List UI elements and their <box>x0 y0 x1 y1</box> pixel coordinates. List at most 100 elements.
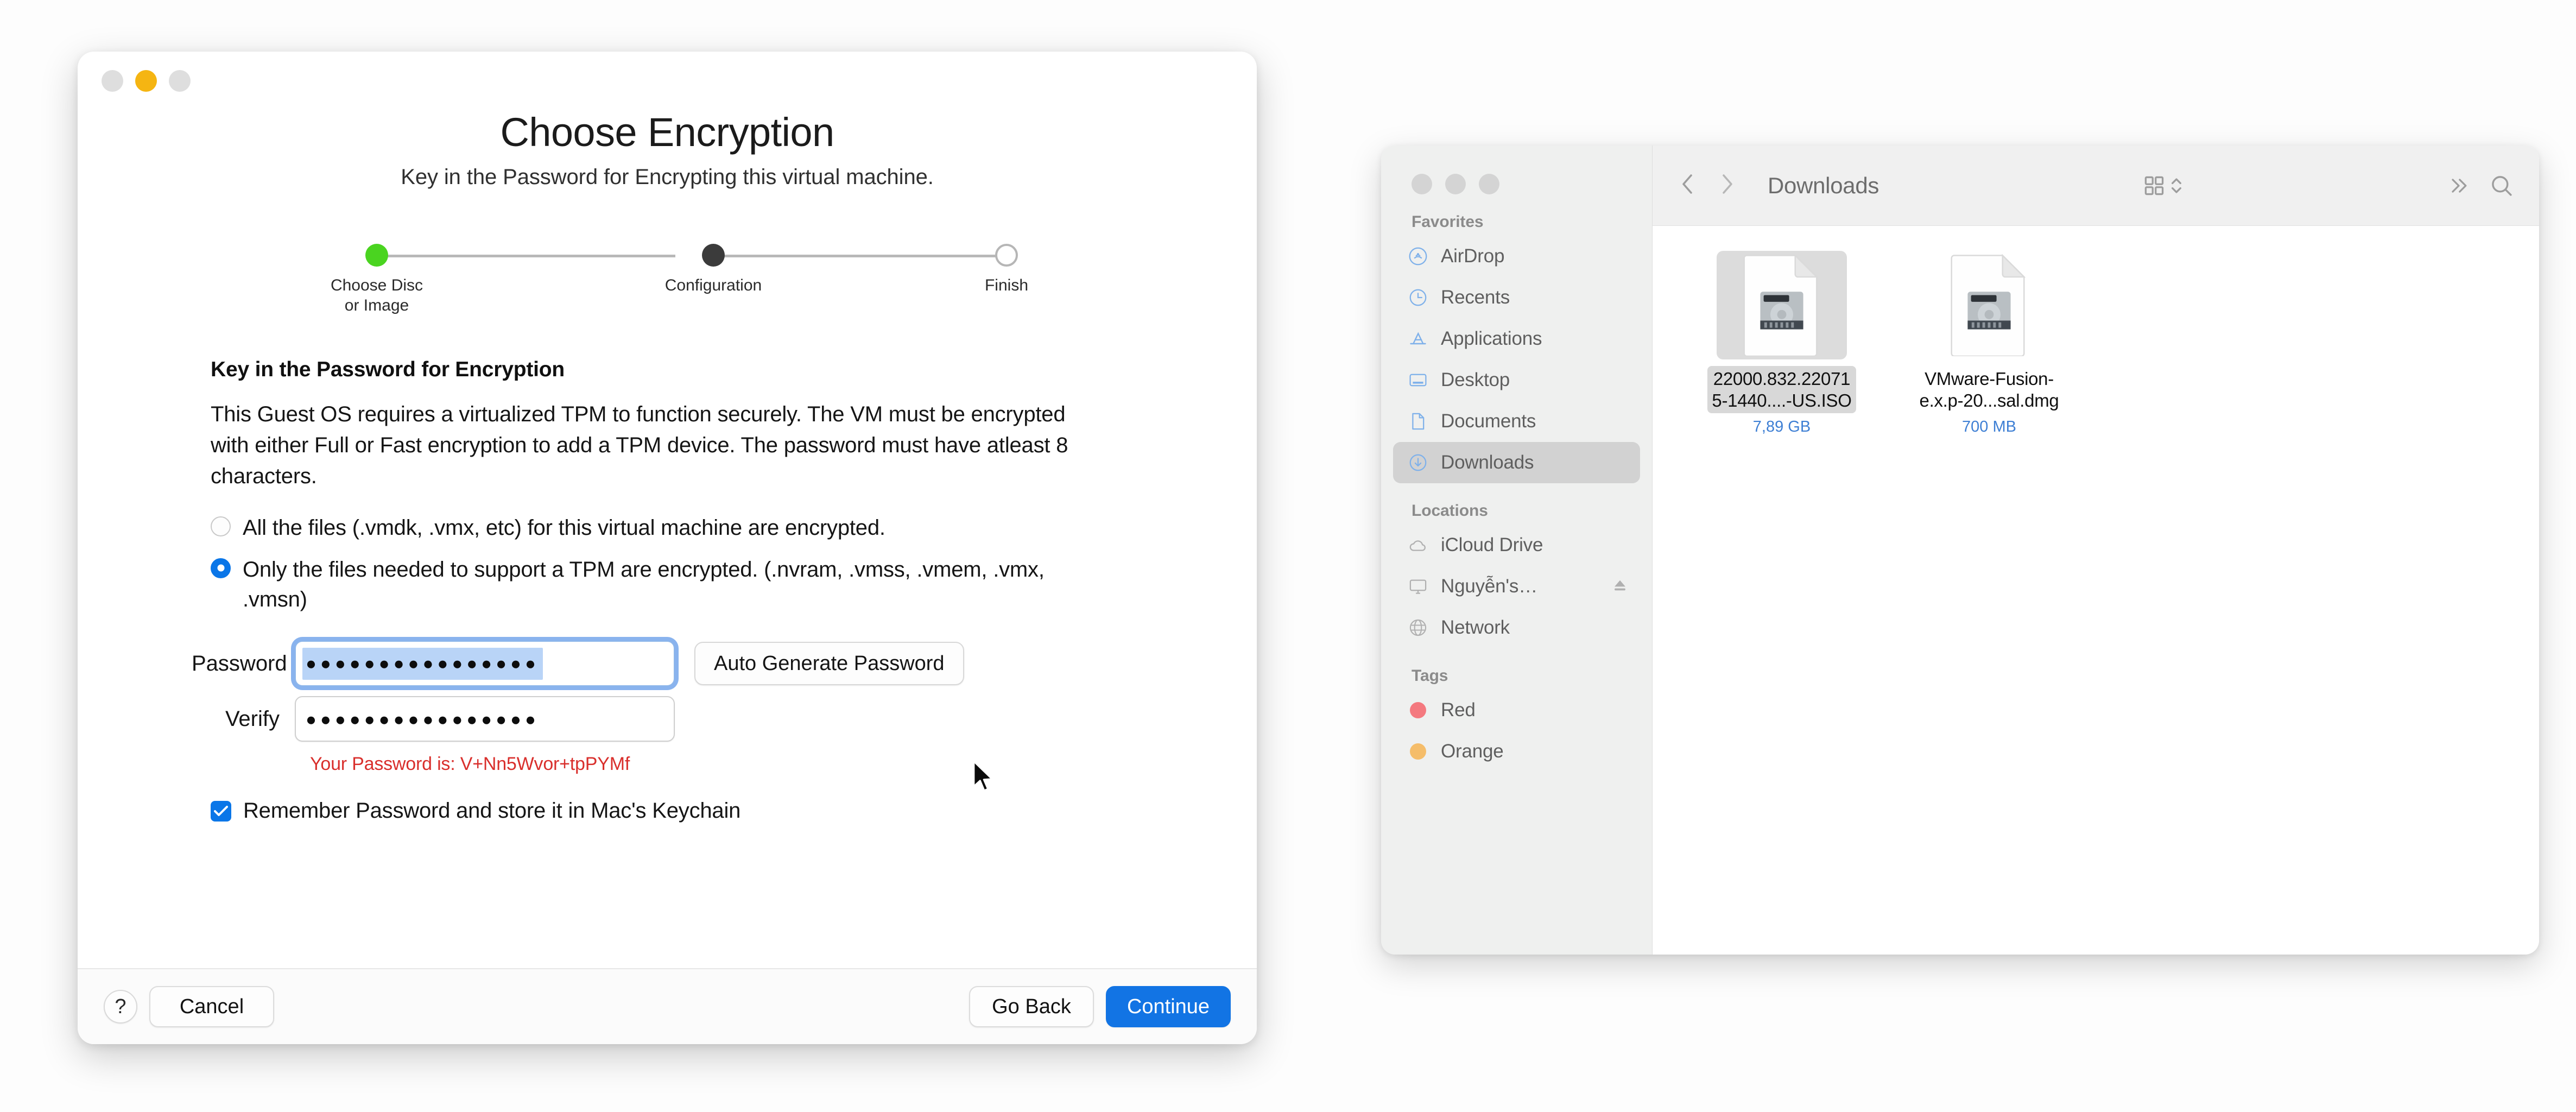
sidebar-item-network[interactable]: Network <box>1393 607 1640 648</box>
file-name: VMware-Fusion-e.x.p-20...sal.dmg <box>1915 366 2064 413</box>
remember-password-label: Remember Password and store it in Mac's … <box>243 799 741 823</box>
search-icon[interactable] <box>2489 173 2514 198</box>
sidebar-item-label: Red <box>1441 699 1476 721</box>
finder-toolbar: Downloads <box>1653 146 2539 226</box>
finder-window: Favorites AirDrop Recents Applications D… <box>1381 146 2539 955</box>
radio-icon[interactable] <box>211 516 231 536</box>
globe-icon <box>1407 617 1429 639</box>
radio-option-all-files[interactable]: All the files (.vmdk, .vmx, etc) for thi… <box>211 513 1227 543</box>
desktop-icon <box>1407 369 1429 391</box>
radio-label: All the files (.vmdk, .vmx, etc) for thi… <box>243 515 885 540</box>
arrow-cursor-icon <box>972 760 997 797</box>
finder-close-button[interactable] <box>1412 174 1432 194</box>
remember-password-row[interactable]: Remember Password and store it in Mac's … <box>107 799 1227 823</box>
tag-dot-icon <box>1407 741 1429 762</box>
sidebar-item-label: Downloads <box>1441 452 1534 473</box>
cancel-button[interactable]: Cancel <box>149 986 274 1027</box>
dialog-footer: ? Cancel Go Back Continue <box>78 968 1257 1044</box>
applications-icon <box>1407 328 1429 350</box>
chevron-left-icon[interactable] <box>1678 171 1698 200</box>
file-size: 700 MB <box>1962 418 2016 436</box>
zoom-button[interactable] <box>169 70 191 92</box>
file-size: 7,89 GB <box>1752 418 1811 436</box>
progress-stepper: Choose Disc or Image Configuration Finis… <box>268 234 1066 314</box>
grid-view-icon[interactable] <box>2142 174 2183 198</box>
sidebar-item-recents[interactable]: Recents <box>1393 277 1640 318</box>
step-dot-done-icon <box>365 244 388 267</box>
verify-value: ●●●●●●●●●●●●●●●● <box>306 709 540 729</box>
password-row: Password ●●●●●●●●●●●●●●●● Auto Generate … <box>192 641 1227 687</box>
file-name-line2: e.x.p-20...sal.dmg <box>1919 390 2059 410</box>
choose-encryption-dialog: Choose Encryption Key in the Password fo… <box>78 52 1257 1044</box>
sidebar-item-tag-red[interactable]: Red <box>1393 690 1640 731</box>
stepper-step-choose-disc: Choose Disc or Image <box>306 234 447 315</box>
close-button[interactable] <box>102 70 123 92</box>
password-input[interactable]: ●●●●●●●●●●●●●●●● <box>295 641 675 687</box>
sidebar-item-computer[interactable]: Nguyễn's… <box>1393 566 1640 607</box>
sidebar-item-tag-orange[interactable]: Orange <box>1393 731 1640 772</box>
sidebar-item-label: iCloud Drive <box>1441 534 1543 555</box>
sidebar-heading-locations: Locations <box>1412 502 1488 520</box>
sidebar-item-label: Documents <box>1441 410 1536 432</box>
downloads-icon <box>1407 452 1429 473</box>
sidebar-item-label: Applications <box>1441 328 1542 349</box>
page-title: Choose Encryption <box>500 110 834 155</box>
auto-generate-password-button[interactable]: Auto Generate Password <box>694 642 964 686</box>
eject-icon[interactable] <box>1611 576 1629 597</box>
step-label: Choose Disc or Image <box>330 276 423 314</box>
password-value: ●●●●●●●●●●●●●●●● <box>302 647 543 680</box>
file-name-line1: VMware-Fusion- <box>1925 369 2054 389</box>
section-paragraph: This Guest OS requires a virtualized TPM… <box>211 402 1068 489</box>
password-hint: Your Password is: V+Nn5Wvor+tpPYMf <box>310 754 630 775</box>
file-item[interactable]: 22000.832.22071 5-1440....-US.ISO 7,89 GB <box>1695 251 1869 436</box>
sidebar-item-label: AirDrop <box>1441 245 1505 267</box>
sidebar-item-desktop[interactable]: Desktop <box>1393 359 1640 401</box>
password-block: Password ●●●●●●●●●●●●●●●● Auto Generate … <box>107 641 1227 775</box>
finder-minimize-button[interactable] <box>1445 174 1466 194</box>
finder-file-grid: 22000.832.22071 5-1440....-US.ISO 7,89 GB <box>1653 226 2539 955</box>
checkbox-checked-icon[interactable] <box>211 800 231 822</box>
sidebar-item-airdrop[interactable]: AirDrop <box>1393 236 1640 277</box>
clock-icon <box>1407 287 1429 308</box>
disk-image-file-icon <box>1924 251 2054 359</box>
page-subtitle: Key in the Password for Encrypting this … <box>401 165 934 189</box>
help-button[interactable]: ? <box>104 990 137 1023</box>
tag-dot-icon <box>1407 699 1429 721</box>
step-label: Finish <box>984 276 1029 294</box>
step-dot-todo-icon <box>995 244 1018 267</box>
step-label: Configuration <box>664 276 762 294</box>
verify-input[interactable]: ●●●●●●●●●●●●●●●● <box>295 696 675 742</box>
stepper-step-configuration: Configuration <box>624 234 803 296</box>
go-back-button[interactable]: Go Back <box>969 986 1094 1027</box>
sidebar-item-icloud-drive[interactable]: iCloud Drive <box>1393 525 1640 566</box>
sidebar-group-locations: Locations iCloud Drive Nguyễn's… Network <box>1381 502 1652 648</box>
password-label: Password <box>192 651 287 675</box>
sidebar-item-label: Nguyễn's… <box>1441 576 1538 597</box>
continue-button[interactable]: Continue <box>1106 986 1231 1027</box>
chevron-right-icon[interactable] <box>1717 171 1737 200</box>
minimize-button[interactable] <box>135 70 157 92</box>
airdrop-icon <box>1407 245 1429 267</box>
finder-sidebar: Favorites AirDrop Recents Applications D… <box>1381 146 1653 955</box>
dialog-body: Choose Encryption Key in the Password fo… <box>78 104 1257 968</box>
finder-title: Downloads <box>1768 172 1879 198</box>
sidebar-item-applications[interactable]: Applications <box>1393 318 1640 359</box>
radio-label: Only the files needed to support a TPM a… <box>243 557 1045 611</box>
sidebar-item-label: Orange <box>1441 741 1504 762</box>
section-heading: Key in the Password for Encryption <box>211 358 565 381</box>
chevron-double-right-icon[interactable] <box>2447 174 2471 198</box>
radio-option-tpm-only[interactable]: Only the files needed to support a TPM a… <box>211 555 1227 615</box>
sidebar-item-label: Recents <box>1441 287 1510 308</box>
screen: Choose Encryption Key in the Password fo… <box>0 0 2576 1112</box>
sidebar-group-favorites: Favorites AirDrop Recents Applications D… <box>1381 213 1652 483</box>
finder-zoom-button[interactable] <box>1479 174 1499 194</box>
window-controls <box>102 70 191 92</box>
display-icon <box>1407 576 1429 597</box>
radio-icon-selected[interactable] <box>211 558 231 578</box>
step-dot-current-icon <box>702 244 725 267</box>
finder-main: Downloads 22000.832.22071 5-1440....-US.… <box>1653 146 2539 955</box>
file-item[interactable]: VMware-Fusion-e.x.p-20...sal.dmg 700 MB <box>1902 251 2076 436</box>
sidebar-item-downloads[interactable]: Downloads <box>1393 442 1640 483</box>
sidebar-item-documents[interactable]: Documents <box>1393 401 1640 442</box>
document-icon <box>1407 410 1429 432</box>
